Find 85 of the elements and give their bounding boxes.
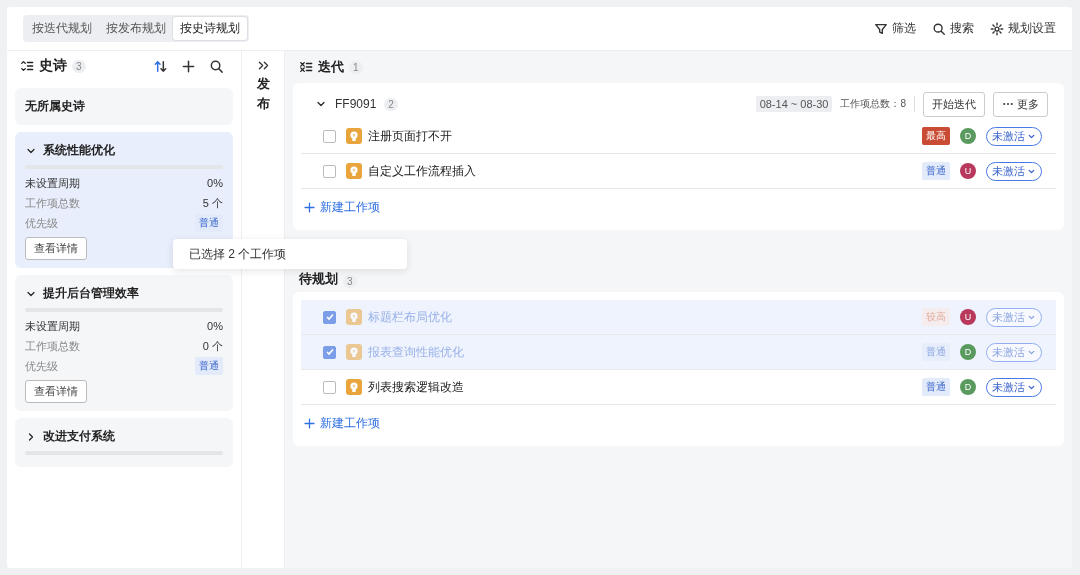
- epic-title: 系统性能优化: [43, 142, 115, 159]
- period-label: 未设置周期: [25, 175, 80, 191]
- avatar: U: [960, 309, 976, 325]
- count-badge: 2: [384, 97, 398, 111]
- work-item-title: 注册页面打不开: [368, 127, 452, 145]
- epic-title: 改进支付系统: [43, 428, 115, 445]
- checkbox[interactable]: [323, 129, 336, 143]
- plus-icon: [303, 201, 316, 214]
- work-item-row[interactable]: 列表搜索逻辑改造 普通 D 未激活: [301, 370, 1056, 405]
- work-item-title: 自定义工作流程插入: [368, 162, 476, 180]
- priority-tag: 普通: [195, 214, 223, 232]
- priority-tag: 普通: [922, 343, 950, 361]
- epic-card[interactable]: 提升后台管理效率 未设置周期 0% 工作项总数 0 个 优先级 普通 查看详情: [15, 275, 233, 411]
- work-item-title: 标题栏布局优化: [368, 308, 452, 326]
- details-button[interactable]: 查看详情: [25, 237, 87, 260]
- work-item-row[interactable]: 自定义工作流程插入 普通 U 未激活: [301, 154, 1056, 189]
- field-value: 0 个: [202, 338, 223, 354]
- lightbulb-icon: [346, 344, 362, 360]
- status-dropdown[interactable]: 未激活: [986, 126, 1042, 146]
- field-value: 5 个: [202, 195, 223, 211]
- item-total: 工作项总数：8: [840, 97, 906, 111]
- settings-icon: [990, 21, 1004, 36]
- new-item-link[interactable]: 新建工作项: [301, 405, 382, 438]
- avatar: D: [960, 344, 976, 360]
- iteration-name: FF9091: [335, 97, 377, 111]
- sort-list-icon: [20, 59, 34, 73]
- period-label: 未设置周期: [25, 318, 80, 334]
- field-label: 工作项总数: [25, 195, 80, 211]
- search-icon: [932, 21, 946, 36]
- checkbox[interactable]: [323, 345, 336, 359]
- checkbox[interactable]: [323, 164, 336, 178]
- lightbulb-icon: [346, 309, 362, 325]
- work-item-title: 报表查询性能优化: [368, 343, 464, 361]
- more-button[interactable]: 更多: [993, 91, 1048, 117]
- priority-tag: 普通: [195, 357, 223, 375]
- checkmark-icon: [324, 312, 335, 322]
- priority-tag: 较高: [922, 308, 950, 326]
- toolbar-button[interactable]: 筛选: [874, 20, 916, 37]
- section-title: 待规划: [299, 270, 338, 288]
- checkmark-icon: [324, 347, 335, 357]
- plus-icon: [181, 58, 196, 74]
- priority-tag: 最高: [922, 127, 950, 145]
- status-dropdown[interactable]: 未激活: [986, 377, 1042, 397]
- view-tab[interactable]: 按迭代规划: [25, 17, 99, 40]
- view-tab[interactable]: 按史诗规划: [173, 17, 247, 40]
- field-label: 优先级: [25, 358, 58, 374]
- collapse-list-icon: [299, 60, 313, 74]
- section-title: 迭代: [318, 58, 344, 76]
- new-item-link[interactable]: 新建工作项: [301, 189, 382, 222]
- priority-tag: 普通: [922, 378, 950, 396]
- priority-tag: 普通: [922, 162, 950, 180]
- count-badge: 1: [349, 60, 363, 74]
- plus-icon: [303, 417, 316, 430]
- column-title: 发布: [256, 75, 270, 113]
- avatar: U: [960, 163, 976, 179]
- field-label: 优先级: [25, 215, 58, 231]
- panel-title: 史诗: [39, 57, 67, 75]
- status-dropdown[interactable]: 未激活: [986, 161, 1042, 181]
- avatar: D: [960, 128, 976, 144]
- work-item-row[interactable]: 注册页面打不开 最高 D 未激活: [301, 119, 1056, 154]
- double-chevron-icon: [256, 59, 270, 72]
- checkbox[interactable]: [323, 310, 336, 324]
- work-item-title: 列表搜索逻辑改造: [368, 378, 464, 396]
- lightbulb-icon: [346, 163, 362, 179]
- checkbox[interactable]: [323, 380, 336, 394]
- lightbulb-icon: [346, 379, 362, 395]
- avatar: D: [960, 379, 976, 395]
- epic-card[interactable]: 改进支付系统: [15, 418, 233, 467]
- filter-icon: [874, 21, 888, 36]
- toolbar-button[interactable]: 规划设置: [990, 20, 1056, 37]
- details-button[interactable]: 查看详情: [25, 380, 87, 403]
- epic-title: 提升后台管理效率: [43, 285, 139, 302]
- start-iteration-button[interactable]: 开始迭代: [923, 91, 985, 117]
- progress-percent: 0%: [207, 177, 223, 189]
- date-range: 08-14 ~ 08-30: [755, 96, 833, 112]
- lightbulb-icon: [346, 128, 362, 144]
- work-item-row[interactable]: 标题栏布局优化 较高 U 未激活: [301, 300, 1056, 335]
- progress-percent: 0%: [207, 320, 223, 332]
- count-badge: 3: [72, 59, 86, 73]
- view-tab[interactable]: 按发布规划: [99, 17, 173, 40]
- count-badge: 3: [343, 275, 357, 288]
- field-label: 工作项总数: [25, 338, 80, 354]
- toolbar-button[interactable]: 搜索: [932, 20, 974, 37]
- search-icon: [209, 58, 224, 74]
- epic-card[interactable]: 无所属史诗: [15, 88, 233, 125]
